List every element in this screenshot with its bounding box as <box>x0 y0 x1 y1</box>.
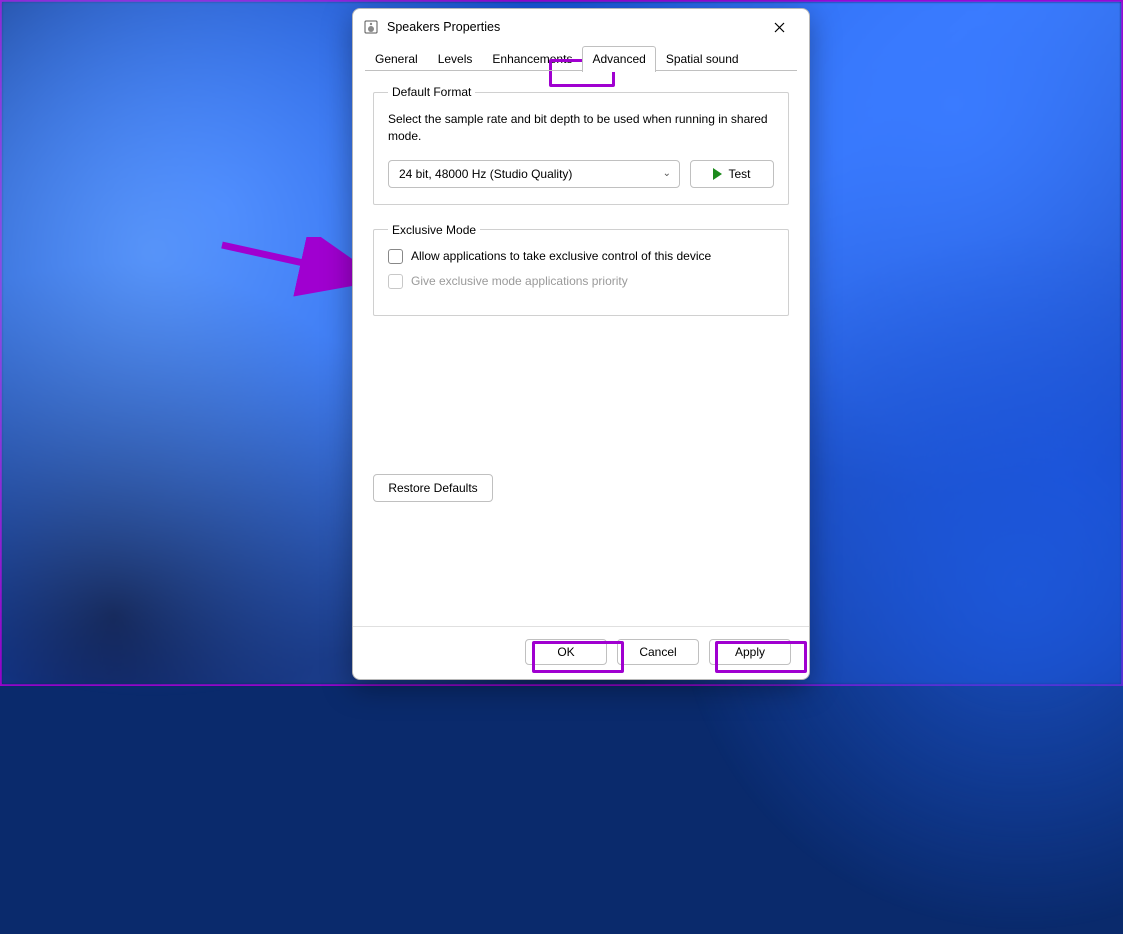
window-title: Speakers Properties <box>387 20 500 34</box>
sample-rate-selected: 24 bit, 48000 Hz (Studio Quality) <box>399 167 572 181</box>
exclusive-mode-group: Exclusive Mode Allow applications to tak… <box>373 223 789 316</box>
titlebar: Speakers Properties <box>353 9 809 45</box>
tab-strip: General Levels Enhancements Advanced Spa… <box>353 45 809 71</box>
speaker-icon <box>363 19 379 35</box>
allow-exclusive-row: Allow applications to take exclusive con… <box>388 249 774 264</box>
speakers-properties-dialog: Speakers Properties General Levels Enhan… <box>352 8 810 680</box>
allow-exclusive-label: Allow applications to take exclusive con… <box>411 249 711 263</box>
apply-button[interactable]: Apply <box>709 639 791 665</box>
dialog-button-bar: OK Cancel Apply <box>353 626 809 679</box>
exclusive-mode-legend: Exclusive Mode <box>388 223 480 237</box>
cancel-button[interactable]: Cancel <box>617 639 699 665</box>
priority-checkbox[interactable] <box>388 274 403 289</box>
test-button[interactable]: Test <box>690 160 774 188</box>
default-format-group: Default Format Select the sample rate an… <box>373 85 789 205</box>
tab-levels[interactable]: Levels <box>428 46 483 72</box>
chevron-down-icon: ⌄ <box>663 168 671 179</box>
tab-content-advanced: Default Format Select the sample rate an… <box>353 71 809 626</box>
close-button[interactable] <box>757 12 801 42</box>
allow-exclusive-checkbox[interactable] <box>388 249 403 264</box>
priority-label: Give exclusive mode applications priorit… <box>411 274 628 288</box>
tab-enhancements[interactable]: Enhancements <box>482 46 582 72</box>
tab-spatial-sound[interactable]: Spatial sound <box>656 46 749 72</box>
tab-advanced[interactable]: Advanced <box>582 46 655 72</box>
close-icon <box>774 22 785 33</box>
sample-rate-dropdown[interactable]: 24 bit, 48000 Hz (Studio Quality) ⌄ <box>388 160 680 188</box>
default-format-description: Select the sample rate and bit depth to … <box>388 111 774 146</box>
restore-defaults-button[interactable]: Restore Defaults <box>373 474 493 502</box>
priority-row: Give exclusive mode applications priorit… <box>388 274 774 289</box>
play-icon <box>713 168 722 180</box>
tab-general[interactable]: General <box>365 46 428 72</box>
default-format-legend: Default Format <box>388 85 475 99</box>
ok-button[interactable]: OK <box>525 639 607 665</box>
test-button-label: Test <box>728 167 750 181</box>
